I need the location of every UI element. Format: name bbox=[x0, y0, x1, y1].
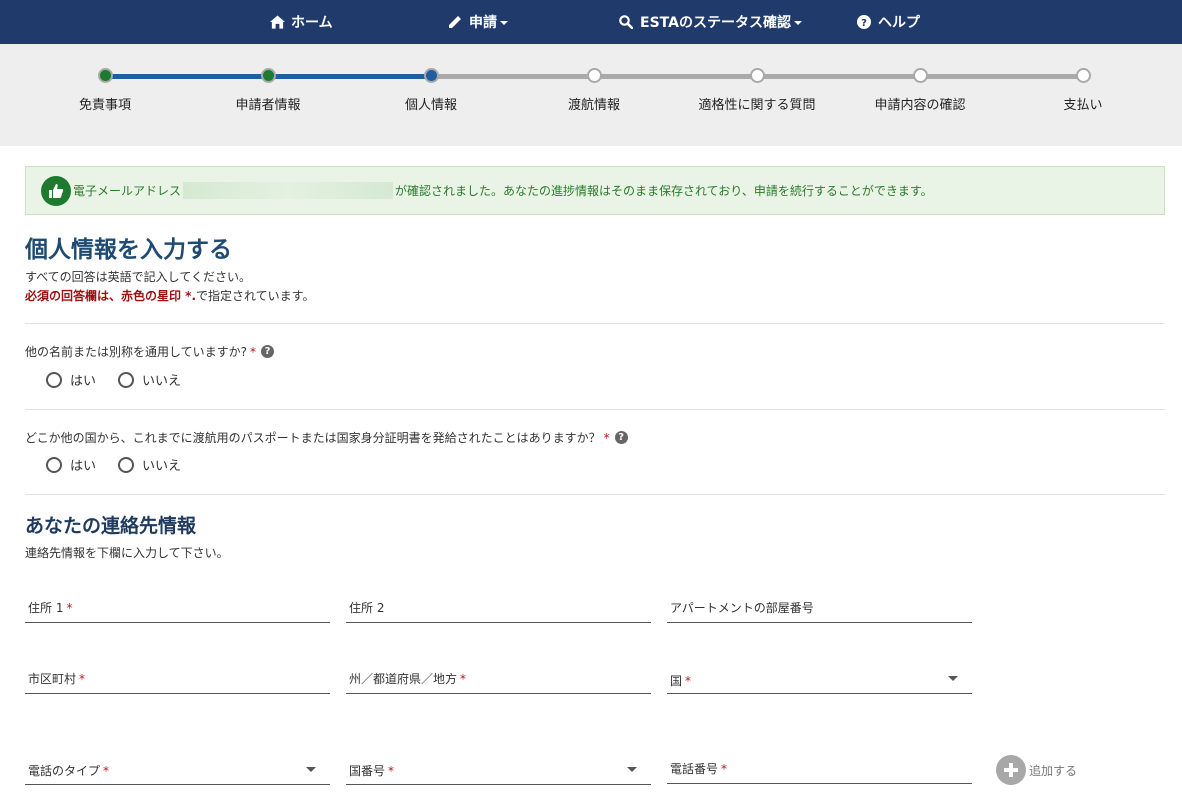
step-label-travel: 渡航情報 bbox=[567, 98, 621, 113]
alias-yes-radio[interactable]: はい bbox=[46, 370, 96, 389]
home-icon bbox=[269, 14, 285, 30]
required-star: * bbox=[603, 430, 610, 445]
step-dot-review bbox=[912, 68, 928, 83]
step-dot-disclaimer bbox=[97, 68, 113, 83]
country-label: 国 * bbox=[670, 674, 692, 688]
step-dot-travel bbox=[586, 68, 602, 83]
question-alias: 他の名前または別称を通用していますか? * ? bbox=[25, 343, 275, 360]
nav-help[interactable]: ? ヘルプ bbox=[856, 0, 920, 44]
city-field[interactable]: 市区町村 * bbox=[25, 668, 330, 694]
top-navbar: ホーム 申請 ESTAのステータス確認 ? ヘルプ bbox=[0, 0, 1182, 44]
step-label-eligibility: 適格性に関する質問 bbox=[698, 98, 816, 113]
nav-status[interactable]: ESTAのステータス確認 bbox=[618, 0, 802, 44]
question-circle-icon: ? bbox=[856, 14, 872, 30]
step-label-payment: 支払い bbox=[1063, 98, 1103, 113]
alias-no-radio[interactable]: いいえ bbox=[118, 370, 181, 389]
address1-field[interactable]: 住所 1 * bbox=[25, 597, 330, 623]
svg-text:?: ? bbox=[861, 18, 867, 29]
progress-stepper: 免責事項 申請者情報 個人情報 渡航情報 適格性に関する質問 申請内容の確認 支… bbox=[0, 44, 1182, 146]
alert-suffix: が確認されました。あなたの進捗情報はそのまま保存されており、申請を続行することが… bbox=[395, 184, 933, 198]
required-star: * bbox=[250, 344, 257, 359]
radio-circle[interactable] bbox=[46, 456, 62, 473]
question-alias-text: 他の名前または別称を通用していますか? bbox=[25, 345, 248, 359]
contact-subtitle: 連絡先情報を下欄に入力して下さい。 bbox=[25, 546, 229, 560]
country-code-label: 国番号 * bbox=[349, 764, 395, 778]
alert-message: 電子メールアドレス が確認されました。あなたの進捗情報はそのまま保存されており、… bbox=[73, 182, 933, 199]
divider bbox=[25, 494, 1165, 495]
passport-no-label: いいえ bbox=[142, 459, 182, 474]
help-icon[interactable]: ? bbox=[614, 431, 628, 444]
step-dot-applicant bbox=[260, 68, 276, 83]
caret-down-icon bbox=[500, 21, 508, 25]
alias-radio-group: はい いいえ bbox=[46, 370, 203, 389]
help-icon[interactable]: ? bbox=[261, 345, 275, 358]
english-note: すべての回答は英語で記入してください。 bbox=[25, 270, 251, 284]
pencil-icon bbox=[447, 14, 463, 30]
search-icon bbox=[618, 14, 634, 30]
state-field[interactable]: 州／都道府県／地方 * bbox=[346, 668, 651, 694]
divider bbox=[25, 323, 1165, 324]
address2-input[interactable] bbox=[346, 597, 651, 622]
phone-type-label: 電話のタイプ * bbox=[28, 764, 110, 778]
required-note-rest: で指定されています。 bbox=[196, 289, 315, 303]
radio-circle[interactable] bbox=[46, 371, 62, 388]
apartment-input[interactable] bbox=[667, 597, 972, 622]
caret-down-icon bbox=[793, 21, 802, 25]
radio-circle[interactable] bbox=[118, 371, 135, 388]
phone-type-select[interactable]: 電話のタイプ * bbox=[25, 759, 330, 785]
alias-yes-label: はい bbox=[70, 374, 97, 389]
alert-prefix: 電子メールアドレス bbox=[73, 184, 182, 198]
nav-help-label: ヘルプ bbox=[878, 15, 920, 31]
passport-yes-label: はい bbox=[70, 459, 97, 474]
nav-home[interactable]: ホーム bbox=[269, 0, 333, 44]
state-input[interactable] bbox=[346, 668, 651, 693]
step-label-review: 申請内容の確認 bbox=[874, 98, 966, 113]
required-note-bold: 必須の回答欄は、赤色の星印 *. bbox=[25, 289, 197, 303]
add-phone-button[interactable]: 追加する bbox=[996, 755, 1077, 785]
nav-apply[interactable]: 申請 bbox=[447, 0, 508, 44]
city-input[interactable] bbox=[25, 668, 330, 693]
radio-circle[interactable] bbox=[118, 456, 135, 473]
step-label-applicant: 申請者情報 bbox=[235, 98, 301, 113]
question-passport-text: どこか他の国から、これまでに渡航用のパスポートまたは国家身分証明書を発給されたこ… bbox=[25, 431, 601, 445]
dropdown-arrow-icon bbox=[948, 676, 958, 681]
redacted-email bbox=[183, 182, 394, 199]
contact-section-title: あなたの連絡先情報 bbox=[25, 515, 197, 537]
dropdown-arrow-icon bbox=[306, 767, 316, 772]
nav-home-label: ホーム bbox=[291, 15, 333, 31]
add-phone-label: 追加する bbox=[1029, 763, 1078, 778]
required-note: 必須の回答欄は、赤色の星印 *.で指定されています。 bbox=[25, 287, 314, 304]
plus-circle-icon bbox=[996, 755, 1026, 785]
question-passport: どこか他の国から、これまでに渡航用のパスポートまたは国家身分証明書を発給されたこ… bbox=[25, 429, 628, 446]
passport-radio-group: はい いいえ bbox=[46, 455, 203, 474]
nav-apply-label: 申請 bbox=[469, 15, 497, 31]
dropdown-arrow-icon bbox=[627, 767, 637, 772]
nav-status-label: ESTAのステータス確認 bbox=[640, 15, 791, 31]
step-label-personal: 個人情報 bbox=[404, 98, 458, 113]
step-label-disclaimer: 免責事項 bbox=[78, 98, 132, 113]
phone-number-field[interactable]: 電話番号 * bbox=[667, 758, 972, 784]
step-dot-personal bbox=[423, 68, 439, 83]
country-select[interactable]: 国 * bbox=[667, 668, 972, 694]
address2-field[interactable]: 住所 2 bbox=[346, 597, 651, 623]
passport-no-radio[interactable]: いいえ bbox=[118, 455, 181, 474]
passport-yes-radio[interactable]: はい bbox=[46, 455, 96, 474]
apartment-field[interactable]: アパートメントの部屋番号 bbox=[667, 597, 972, 623]
country-code-select[interactable]: 国番号 * bbox=[346, 759, 651, 785]
divider bbox=[25, 409, 1165, 410]
thumbs-up-icon bbox=[41, 176, 71, 206]
email-confirmed-alert: 電子メールアドレス が確認されました。あなたの進捗情報はそのまま保存されており、… bbox=[25, 166, 1165, 215]
step-dot-payment bbox=[1075, 68, 1091, 83]
address1-input[interactable] bbox=[25, 597, 330, 622]
page-title: 個人情報を入力する bbox=[25, 237, 232, 263]
phone-number-input[interactable] bbox=[667, 758, 972, 783]
step-dot-eligibility bbox=[749, 68, 765, 83]
alias-no-label: いいえ bbox=[142, 374, 182, 389]
